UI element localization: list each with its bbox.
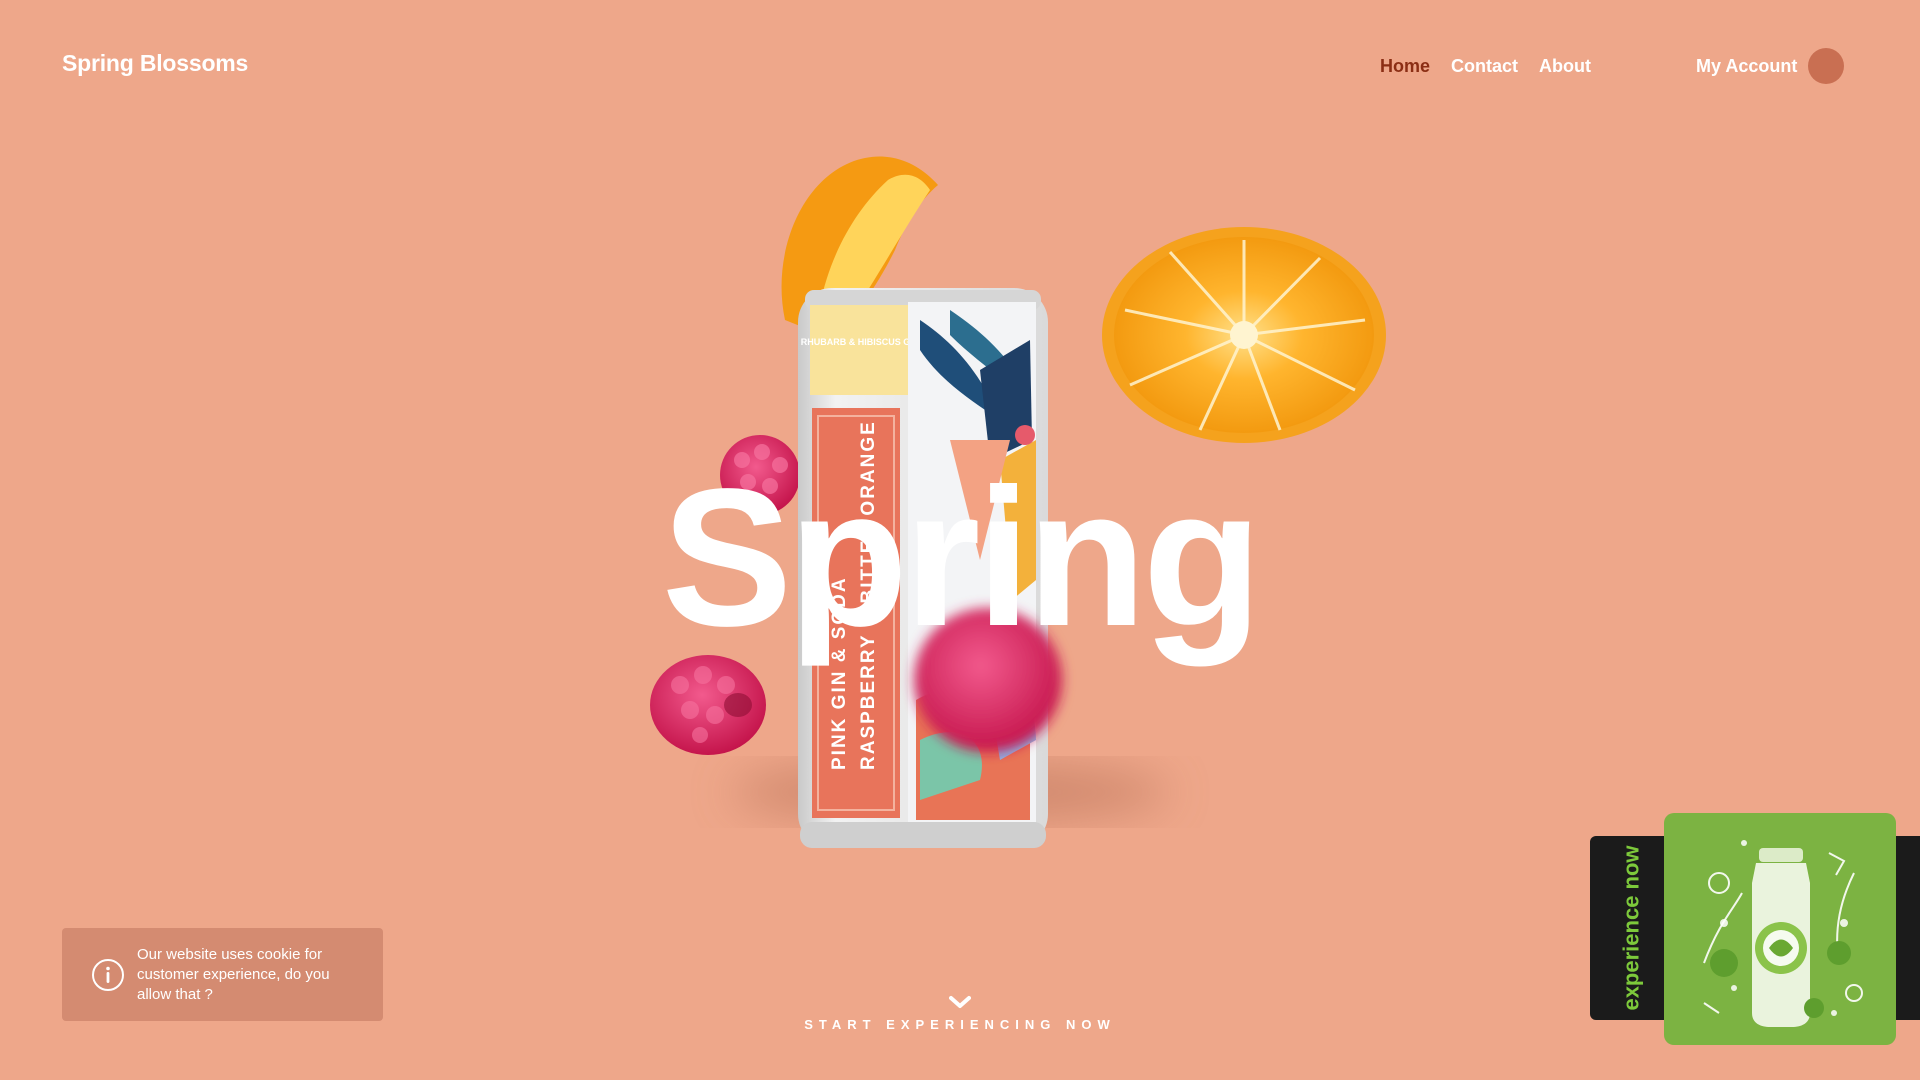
orange-slice [1102,227,1386,443]
my-account-label: My Account [1696,55,1798,76]
avatar [1808,48,1845,84]
can-flavor-top: RHUBARB & HIBISCUS GIN [801,337,920,347]
cookie-notice[interactable]: Our website uses cookie for customer exp… [62,928,383,1021]
info-icon [92,958,124,991]
green-bottle-image [1703,840,1863,1027]
landing-page: Spring Blossoms Home Contact About My Ac… [0,0,1920,1080]
nav-contact[interactable]: Contact [1451,56,1518,77]
nav-about[interactable]: About [1539,56,1591,77]
promo-label-wrapper[interactable]: experience now [1600,836,1664,1020]
main-nav: Home Contact About [1380,56,1591,77]
promo-card[interactable] [1664,813,1896,1045]
raspberry-bottom [650,655,766,755]
my-account-button[interactable]: My Account [1696,48,1845,84]
cookie-message: Our website uses cookie for customer exp… [137,945,330,1003]
site-logo[interactable]: Spring Blossoms [62,50,248,77]
nav-home[interactable]: Home [1380,56,1430,77]
hero-headline: Spring [661,448,1263,667]
start-experiencing-button[interactable]: START EXPERIENCING NOW [760,995,1160,1032]
promo-label: experience now [1619,845,1645,1011]
start-experiencing-label: START EXPERIENCING NOW [804,1017,1116,1032]
chevron-down-icon [949,996,971,1008]
